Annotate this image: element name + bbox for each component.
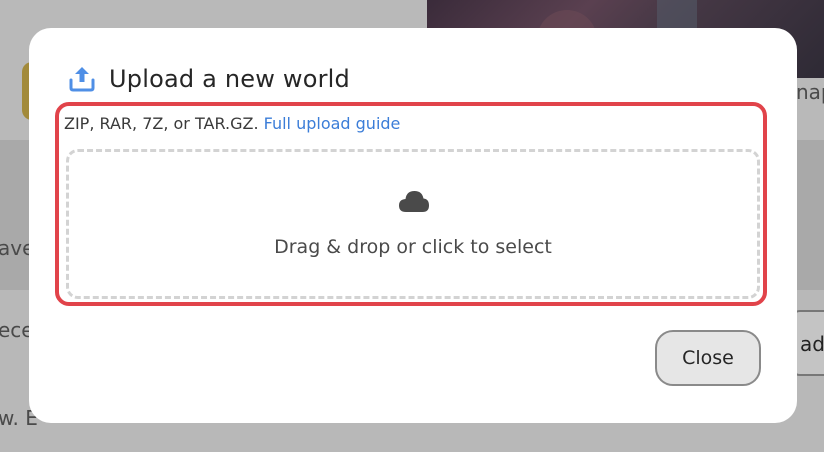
cloud-icon	[399, 191, 429, 212]
dialog-title: Upload a new world	[109, 65, 350, 93]
background-button-label: ad	[800, 332, 824, 356]
file-dropzone[interactable]: Drag & drop or click to select	[66, 149, 760, 299]
dropzone-text: Drag & drop or click to select	[274, 236, 552, 258]
upload-guide-link[interactable]: Full upload guide	[264, 114, 401, 133]
supported-formats: ZIP, RAR, 7Z, or TAR.GZ. Full upload gui…	[64, 114, 400, 133]
close-button[interactable]: Close	[655, 330, 761, 386]
dialog-header: Upload a new world	[67, 64, 350, 94]
upload-icon	[69, 67, 95, 92]
background-text: nap	[796, 80, 824, 104]
upload-world-dialog: Upload a new world ZIP, RAR, 7Z, or TAR.…	[29, 28, 797, 423]
formats-text: ZIP, RAR, 7Z, or TAR.GZ.	[64, 114, 259, 133]
